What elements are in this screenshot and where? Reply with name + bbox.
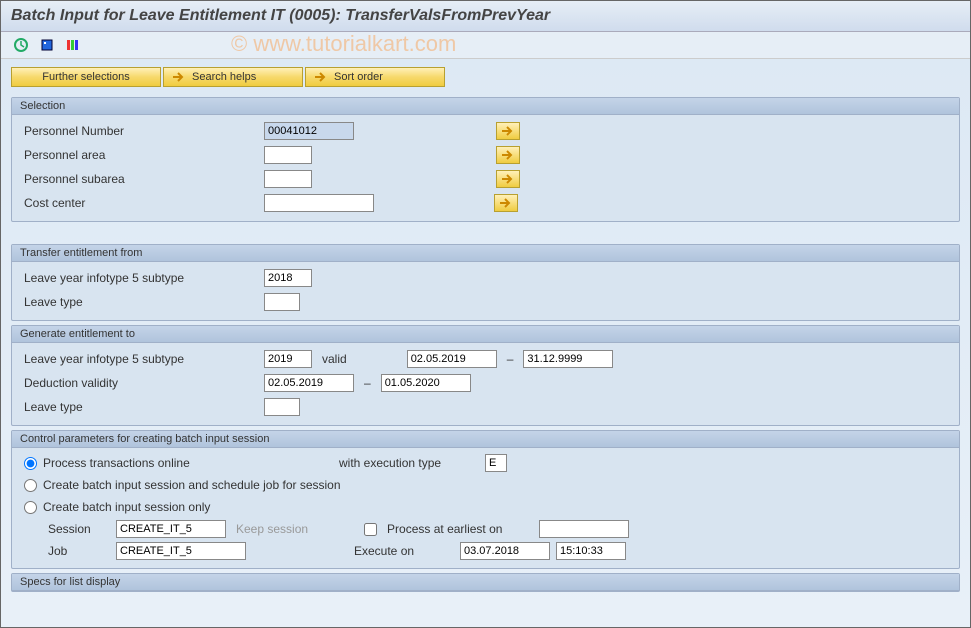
sort-order-button[interactable]: Sort order: [305, 67, 445, 87]
personnel-area-label: Personnel area: [20, 148, 260, 162]
page-title: Batch Input for Leave Entitlement IT (00…: [1, 1, 970, 32]
specs-group: Specs for list display: [11, 573, 960, 592]
arrow-right-icon: [314, 71, 328, 83]
leave-type-from-input[interactable]: [264, 293, 300, 311]
leave-type-to-label: Leave type: [20, 400, 260, 414]
leave-type-from-label: Leave type: [20, 295, 260, 309]
personnel-subarea-input[interactable]: [264, 170, 312, 188]
button-label: Search helps: [192, 71, 256, 83]
personnel-subarea-label: Personnel subarea: [20, 172, 260, 186]
schedule-job-label: Create batch input session and schedule …: [43, 478, 341, 492]
process-online-radio[interactable]: [24, 457, 37, 470]
with-exec-type-label: with execution type: [339, 456, 479, 470]
deduction-validity-label: Deduction validity: [20, 376, 260, 390]
valid-label: valid: [316, 352, 353, 366]
app-window: Batch Input for Leave Entitlement IT (00…: [0, 0, 971, 628]
execute-on-date-input[interactable]: [460, 542, 550, 560]
personnel-area-input[interactable]: [264, 146, 312, 164]
dash-separator: –: [501, 352, 520, 366]
system-toolbar: [1, 32, 970, 59]
multi-select-button[interactable]: [496, 146, 520, 164]
leave-year-to-input[interactable]: [264, 350, 312, 368]
session-only-radio[interactable]: [24, 501, 37, 514]
execute-icon[interactable]: [11, 36, 31, 54]
personnel-number-label: Personnel Number: [20, 124, 260, 138]
leave-year-to-label: Leave year infotype 5 subtype: [20, 352, 260, 366]
process-online-label: Process transactions online: [43, 456, 333, 470]
action-button-row: Further selections Search helps Sort ord…: [1, 59, 970, 93]
schedule-job-radio[interactable]: [24, 479, 37, 492]
leave-type-to-input[interactable]: [264, 398, 300, 416]
selection-group: Selection Personnel Number Personnel are…: [11, 97, 960, 222]
color-legend-icon[interactable]: [63, 36, 83, 54]
generate-to-group: Generate entitlement to Leave year infot…: [11, 325, 960, 426]
leave-year-from-label: Leave year infotype 5 subtype: [20, 271, 260, 285]
session-label: Session: [48, 522, 110, 536]
arrow-right-icon: [172, 71, 186, 83]
multi-select-button[interactable]: [494, 194, 518, 212]
execute-on-label: Execute on: [354, 544, 454, 558]
process-earliest-input[interactable]: [539, 520, 629, 538]
deduction-from-input[interactable]: [264, 374, 354, 392]
cost-center-input[interactable]: [264, 194, 374, 212]
variant-icon[interactable]: [37, 36, 57, 54]
further-selections-button[interactable]: Further selections: [11, 67, 161, 87]
valid-to-input[interactable]: [523, 350, 613, 368]
group-title: Specs for list display: [12, 574, 959, 591]
multi-select-button[interactable]: [496, 170, 520, 188]
cost-center-label: Cost center: [20, 196, 260, 210]
leave-year-from-input[interactable]: [264, 269, 312, 287]
search-helps-button[interactable]: Search helps: [163, 67, 303, 87]
transfer-from-group: Transfer entitlement from Leave year inf…: [11, 244, 960, 321]
valid-from-input[interactable]: [407, 350, 497, 368]
execute-on-time-input[interactable]: [556, 542, 626, 560]
dash-separator: –: [358, 376, 377, 390]
group-title: Generate entitlement to: [12, 326, 959, 343]
process-earliest-label: Process at earliest on: [383, 522, 533, 536]
session-only-label: Create batch input session only: [43, 500, 210, 514]
button-label: Further selections: [42, 71, 129, 83]
process-earliest-checkbox[interactable]: [364, 523, 377, 536]
personnel-number-input[interactable]: [264, 122, 354, 140]
job-input[interactable]: [116, 542, 246, 560]
group-title: Selection: [12, 98, 959, 115]
button-label: Sort order: [334, 71, 383, 83]
job-label: Job: [48, 544, 110, 558]
deduction-to-input[interactable]: [381, 374, 471, 392]
group-title: Control parameters for creating batch in…: [12, 431, 959, 448]
multi-select-button[interactable]: [496, 122, 520, 140]
group-title: Transfer entitlement from: [12, 245, 959, 262]
exec-type-input[interactable]: [485, 454, 507, 472]
control-params-group: Control parameters for creating batch in…: [11, 430, 960, 569]
keep-session-label: Keep session: [232, 522, 312, 536]
session-input[interactable]: [116, 520, 226, 538]
